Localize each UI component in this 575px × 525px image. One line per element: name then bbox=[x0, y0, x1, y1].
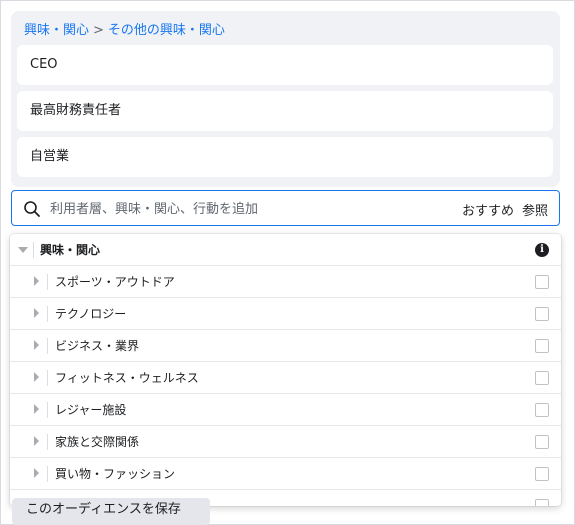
tree-item[interactable]: 買い物・ファッション bbox=[10, 458, 561, 490]
caret-right-icon[interactable] bbox=[34, 340, 39, 350]
caret-right-icon[interactable] bbox=[34, 308, 39, 318]
tree-item-checkbox[interactable] bbox=[535, 275, 549, 289]
tree-item-checkbox[interactable] bbox=[535, 307, 549, 321]
divider bbox=[47, 306, 48, 322]
divider bbox=[47, 466, 48, 482]
caret-right-icon[interactable] bbox=[34, 404, 39, 414]
tree-item-checkbox[interactable] bbox=[535, 499, 549, 506]
caret-right-icon[interactable] bbox=[34, 468, 39, 478]
tree-item[interactable]: ビジネス・業界 bbox=[10, 330, 561, 362]
breadcrumb-separator: > bbox=[93, 23, 104, 38]
divider bbox=[47, 402, 48, 418]
browse-dropdown: 興味・関心 i スポーツ・アウトドア テクノロジー ビジネス・業界 フィットネス… bbox=[10, 234, 561, 506]
search-mode-links: おすすめ 参照 bbox=[462, 200, 548, 219]
tree-item-label: 買い物・ファッション bbox=[55, 467, 176, 481]
tree-item-checkbox[interactable] bbox=[535, 435, 549, 449]
tree-item-checkbox[interactable] bbox=[535, 467, 549, 481]
breadcrumb-current[interactable]: その他の興味・関心 bbox=[108, 23, 225, 38]
tree-header-label: 興味・関心 bbox=[40, 243, 101, 257]
tree-item-label: フィットネス・ウェルネス bbox=[55, 371, 199, 385]
caret-right-icon[interactable] bbox=[34, 436, 39, 446]
tree-item-label: スポーツ・アウトドア bbox=[55, 275, 175, 289]
caret-right-icon[interactable] bbox=[34, 276, 39, 286]
tree-item[interactable]: スポーツ・アウトドア bbox=[10, 266, 561, 298]
tree-item-checkbox[interactable] bbox=[535, 371, 549, 385]
selected-item-chip[interactable]: 最高財務責任者 bbox=[17, 91, 553, 131]
tree-item-label: レジャー施設 bbox=[55, 403, 127, 417]
tree-item[interactable]: フィットネス・ウェルネス bbox=[10, 362, 561, 394]
tree-header-interests[interactable]: 興味・関心 i bbox=[10, 234, 561, 266]
tree-item-label: テクノロジー bbox=[55, 307, 127, 321]
info-icon[interactable]: i bbox=[535, 243, 549, 257]
tree-item-label: 家族と交際関係 bbox=[55, 435, 140, 449]
divider bbox=[47, 338, 48, 354]
tree-item-checkbox[interactable] bbox=[535, 339, 549, 353]
targeting-search-box: おすすめ参照 bbox=[11, 190, 560, 226]
search-input[interactable] bbox=[50, 197, 450, 221]
divider bbox=[47, 370, 48, 386]
breadcrumb-root[interactable]: 興味・関心 bbox=[24, 23, 89, 38]
tree-item[interactable]: レジャー施設 bbox=[10, 394, 561, 426]
selected-item-chip[interactable]: CEO bbox=[17, 45, 553, 85]
selected-item-chip[interactable]: 自営業 bbox=[17, 137, 553, 177]
divider bbox=[47, 434, 48, 450]
save-audience-button[interactable]: このオーディエンスを保存 bbox=[12, 498, 210, 525]
divider bbox=[33, 242, 34, 258]
caret-right-icon[interactable] bbox=[34, 372, 39, 382]
tree-item-label: ビジネス・業界 bbox=[55, 339, 140, 353]
tree-item[interactable]: テクノロジー bbox=[10, 298, 561, 330]
breadcrumb: 興味・関心 > その他の興味・関心 bbox=[24, 19, 225, 38]
suggestions-link[interactable]: おすすめ bbox=[462, 204, 514, 219]
tree-item[interactable]: 家族と交際関係 bbox=[10, 426, 561, 458]
browse-link[interactable]: 参照 bbox=[522, 204, 548, 219]
tree-item-checkbox[interactable] bbox=[535, 403, 549, 417]
search-icon bbox=[24, 201, 40, 217]
caret-down-icon[interactable] bbox=[18, 247, 28, 253]
divider bbox=[47, 274, 48, 290]
selected-criteria-panel: 興味・関心 > その他の興味・関心 CEO 最高財務責任者 自営業 bbox=[11, 11, 560, 187]
